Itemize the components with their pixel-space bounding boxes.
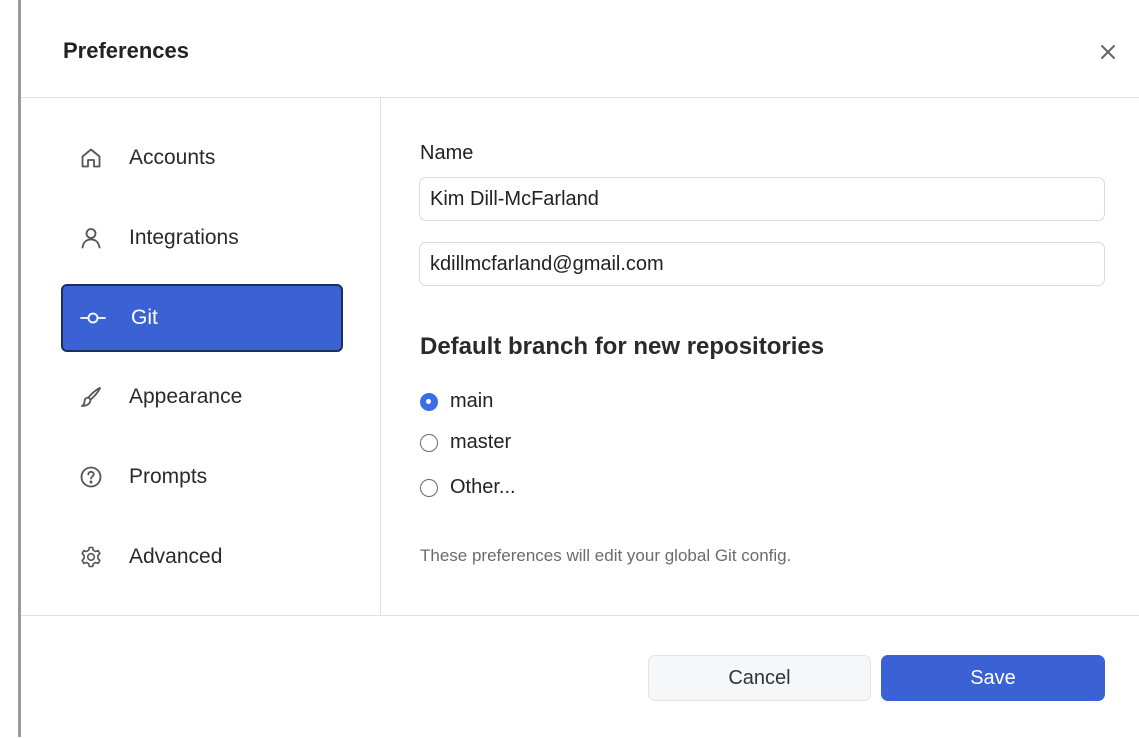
email-input[interactable]	[419, 242, 1105, 286]
branch-option-main[interactable]: main	[420, 390, 493, 413]
close-icon	[1101, 45, 1115, 59]
close-button[interactable]	[1096, 40, 1120, 64]
sidebar-item-advanced[interactable]: Advanced	[61, 523, 343, 591]
branch-option-other[interactable]: Other...	[420, 476, 516, 499]
preferences-sidebar: Accounts Integrations Git Appearance Pro…	[21, 98, 381, 615]
name-label: Name	[420, 142, 474, 164]
sidebar-item-prompts[interactable]: Prompts	[61, 443, 343, 511]
radio-label: Other...	[450, 476, 516, 498]
brush-icon	[78, 384, 104, 410]
sidebar-item-integrations[interactable]: Integrations	[61, 204, 343, 272]
sidebar-item-label: Integrations	[129, 226, 239, 249]
sidebar-item-label: Accounts	[129, 146, 216, 169]
radio-other[interactable]	[420, 478, 438, 497]
radio-main[interactable]	[420, 392, 438, 411]
dialog-title: Preferences	[63, 38, 189, 63]
radio-master[interactable]	[420, 433, 438, 452]
branch-option-master[interactable]: master	[420, 431, 511, 454]
git-settings-panel: Name Default branch for new repositories…	[381, 98, 1139, 615]
gear-icon	[78, 544, 104, 570]
radio-label: master	[450, 431, 512, 453]
home-icon	[78, 145, 104, 171]
sidebar-item-label: Appearance	[129, 385, 243, 408]
dialog-footer: Cancel Save	[21, 615, 1139, 738]
radio-label: main	[450, 390, 494, 412]
git-commit-icon	[80, 305, 106, 331]
sidebar-item-appearance[interactable]: Appearance	[61, 363, 343, 431]
save-button[interactable]: Save	[881, 655, 1105, 701]
person-icon	[78, 225, 104, 251]
sidebar-item-label: Prompts	[129, 465, 208, 488]
sidebar-item-accounts[interactable]: Accounts	[61, 124, 343, 192]
default-branch-heading: Default branch for new repositories	[420, 333, 825, 360]
preferences-dialog: Preferences Accounts Integrations Git Ap…	[21, 0, 1139, 737]
git-config-help-text: These preferences will edit your global …	[420, 546, 792, 565]
sidebar-item-label: Advanced	[129, 545, 223, 568]
sidebar-item-label: Git	[131, 306, 158, 329]
cancel-button[interactable]: Cancel	[648, 655, 871, 701]
sidebar-item-git[interactable]: Git	[61, 284, 343, 352]
question-circle-icon	[78, 464, 104, 490]
dialog-header: Preferences	[21, 0, 1139, 98]
name-input[interactable]	[419, 177, 1105, 221]
